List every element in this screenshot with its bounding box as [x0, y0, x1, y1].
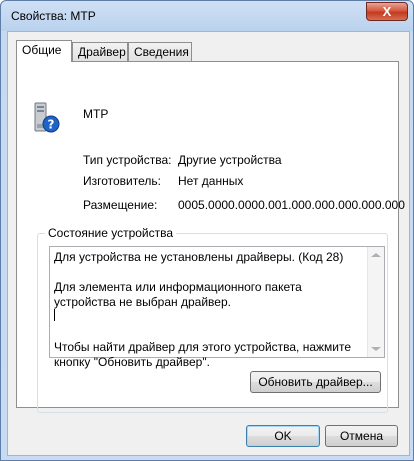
device-status-legend: Состояние устройства: [45, 226, 177, 240]
unknown-device-icon: ?: [34, 102, 60, 133]
update-driver-button[interactable]: Обновить драйвер...: [250, 371, 381, 393]
tab-details[interactable]: Сведения: [128, 42, 192, 61]
scroll-down-arrow-icon[interactable]: [371, 347, 381, 351]
device-status-text: Для устройства не установлены драйверы. …: [54, 250, 352, 369]
title-bar[interactable]: Свойства: MTP X: [1, 1, 413, 31]
manufacturer-label: Изготовитель:: [83, 174, 161, 188]
cancel-button[interactable]: Отмена: [325, 425, 398, 447]
manufacturer-value: Нет данных: [178, 174, 244, 188]
general-tab-panel: ? MTP Тип устройства: Другие устройства …: [16, 61, 405, 413]
device-name: MTP: [83, 107, 109, 121]
location-label: Размещение:: [83, 198, 158, 212]
location-value: 0005.0000.0000.001.000.000.000.000.000: [178, 198, 405, 212]
close-button[interactable]: X: [366, 2, 408, 21]
device-type-value: Другие устройства: [178, 153, 282, 167]
window-title: Свойства: MTP: [11, 9, 96, 23]
tab-driver[interactable]: Драйвер: [72, 42, 128, 61]
status-scrollbar[interactable]: [367, 247, 384, 357]
svg-text:?: ?: [48, 118, 55, 132]
scroll-up-arrow-icon[interactable]: [371, 253, 381, 257]
dialog-client-area: Общие Драйвер Сведения ? MTP Тип устройс…: [7, 31, 410, 456]
tab-general[interactable]: Общие: [16, 40, 72, 62]
ok-button[interactable]: OK: [246, 425, 320, 447]
text-caret: [54, 309, 55, 321]
device-type-label: Тип устройства:: [83, 153, 172, 167]
device-status-textbox[interactable]: Для устройства не установлены драйверы. …: [49, 246, 385, 369]
properties-window: Свойства: MTP X Общие Драйвер Сведения ?…: [0, 0, 414, 461]
